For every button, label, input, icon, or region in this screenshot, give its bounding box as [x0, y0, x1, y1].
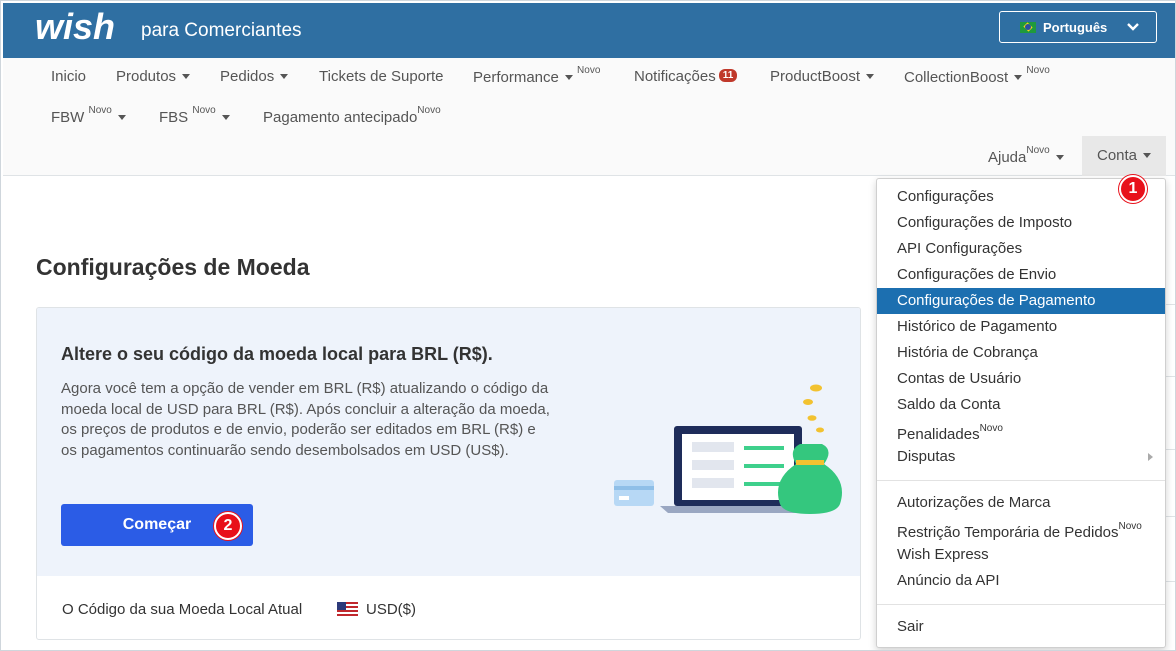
us-flag-icon — [337, 602, 358, 616]
step-marker-2: 2 — [214, 512, 242, 540]
new-tag: Novo — [979, 423, 1003, 434]
currency-card-banner: Altere o seu código da moeda local para … — [37, 308, 860, 576]
caret-down-icon — [866, 73, 875, 79]
new-tag: Novo — [577, 65, 601, 76]
currency-card: Altere o seu código da moeda local para … — [36, 307, 861, 640]
nav-item-performance[interactable]: Performance Novo — [473, 65, 601, 86]
account-menu-label: Conta — [1097, 147, 1152, 164]
main-nav: Inicio Produtos Pedidos Tickets de Supor… — [3, 58, 1175, 176]
menu-item-disputas[interactable]: Disputas — [877, 444, 1165, 470]
nav-item-ajuda[interactable]: AjudaNovo — [988, 145, 1064, 166]
nav-item-productboost[interactable]: ProductBoost — [770, 68, 875, 85]
new-tag: Novo — [417, 105, 441, 116]
caret-down-icon — [117, 114, 126, 120]
caret-down-icon — [564, 74, 573, 80]
caret-down-icon — [221, 114, 230, 120]
currency-illustration-icon — [614, 384, 842, 514]
account-menu-button[interactable]: Conta — [1082, 136, 1166, 176]
caret-down-icon — [280, 73, 289, 79]
app-window: wish para Comerciantes Português Inicio … — [0, 0, 1176, 651]
menu-item-contas-usuario[interactable]: Contas de Usuário — [877, 366, 1165, 392]
menu-item-autorizacoes-marca[interactable]: Autorizações de Marca — [877, 490, 1165, 516]
menu-item-configuracoes-pagamento[interactable]: Configurações de Pagamento — [877, 288, 1165, 314]
new-tag: Novo — [88, 105, 112, 116]
nav-item-pedidos[interactable]: Pedidos — [220, 68, 289, 85]
svg-text:wish: wish — [35, 9, 115, 47]
menu-item-saldo-conta[interactable]: Saldo da Conta — [877, 392, 1165, 418]
current-currency-value: USD($) — [366, 601, 417, 618]
card-description: Agora você tem a opção de vender em BRL … — [61, 380, 550, 459]
menu-item-wish-express[interactable]: Wish Express — [877, 542, 1165, 568]
wish-logo[interactable]: wish — [35, 6, 131, 54]
top-header: wish para Comerciantes Português — [3, 3, 1175, 58]
nav-item-tickets[interactable]: Tickets de Suporte — [319, 68, 444, 85]
language-label: Português — [1043, 19, 1108, 35]
menu-item-restricao-pedidos[interactable]: Restrição Temporária de PedidosNovo — [877, 516, 1165, 542]
menu-item-configuracoes-imposto[interactable]: Configurações de Imposto — [877, 210, 1165, 236]
nav-item-pagamento-antecipado[interactable]: Pagamento antecipadoNovo — [263, 105, 441, 126]
new-tag: Novo — [1026, 145, 1050, 156]
menu-item-penalidades[interactable]: PenalidadesNovo — [877, 418, 1165, 444]
notification-badge: 11 — [718, 69, 738, 82]
nav-item-inicio[interactable]: Inicio — [51, 68, 86, 85]
nav-item-fbw[interactable]: FBW Novo — [51, 105, 126, 126]
step-marker-1: 1 — [1119, 175, 1147, 203]
current-currency-label: O Código da sua Moeda Local Atual — [62, 601, 303, 618]
menu-item-historia-cobranca[interactable]: História de Cobrança — [877, 340, 1165, 366]
menu-item-historico-pagamento[interactable]: Histórico de Pagamento — [877, 314, 1165, 340]
new-tag: Novo — [1118, 521, 1142, 532]
caret-down-icon — [182, 73, 191, 79]
account-dropdown-menu: Configurações Configurações de Imposto A… — [876, 178, 1166, 648]
page-title: Configurações de Moeda — [36, 254, 310, 280]
language-selector[interactable]: Português — [999, 11, 1157, 43]
brand-subtitle: para Comerciantes — [141, 20, 302, 41]
caret-down-icon — [1014, 74, 1023, 80]
chevron-down-icon — [1127, 23, 1139, 31]
menu-item-sair[interactable]: Sair — [877, 614, 1165, 640]
new-tag: Novo — [1026, 65, 1050, 76]
nav-item-produtos[interactable]: Produtos — [116, 68, 191, 85]
nav-item-notificacoes[interactable]: Notificações 11 — [634, 68, 738, 85]
card-heading: Altere o seu código da moeda local para … — [61, 344, 493, 364]
menu-divider — [877, 480, 1165, 481]
caret-down-icon — [1055, 154, 1064, 160]
nav-item-fbs[interactable]: FBS Novo — [159, 105, 230, 126]
menu-item-api-configuracoes[interactable]: API Configurações — [877, 236, 1165, 262]
menu-divider — [877, 604, 1165, 605]
menu-item-configuracoes-envio[interactable]: Configurações de Envio — [877, 262, 1165, 288]
chevron-right-icon — [1148, 453, 1153, 461]
new-tag: Novo — [192, 105, 216, 116]
nav-item-collectionboost[interactable]: CollectionBoost Novo — [904, 65, 1050, 86]
brazil-flag-icon — [1020, 21, 1036, 33]
menu-item-anuncio-api[interactable]: Anúncio da API — [877, 568, 1165, 594]
caret-down-icon — [1143, 152, 1152, 158]
